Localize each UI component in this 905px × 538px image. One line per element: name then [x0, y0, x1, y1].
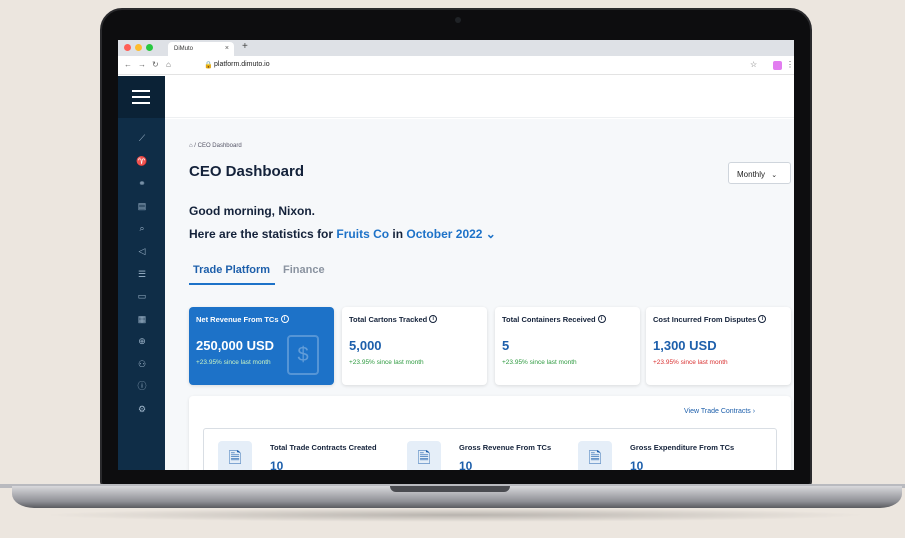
- trade-contracts-stats: 🗎 Total Trade Contracts Created 10 🗎 Gro…: [203, 428, 777, 470]
- kpi-label: Total Cartons Tracked i: [349, 315, 487, 324]
- period-dropdown[interactable]: Monthly ⌄: [728, 162, 791, 184]
- browser-menu-icon[interactable]: ⋮: [786, 60, 794, 69]
- laptop-lid: DiMuto × + ← → ↻ ⌂ 🔒 platform.dimuto.io …: [100, 8, 812, 486]
- new-tab-button[interactable]: +: [242, 41, 248, 52]
- statistics-prefix: Here are the statistics for: [189, 227, 337, 241]
- kpi-change: +23.95% since last month: [502, 359, 577, 366]
- tab-trade-platform[interactable]: Trade Platform: [193, 264, 270, 276]
- top-header-bar: [165, 76, 794, 118]
- chevron-down-icon[interactable]: ⌄: [482, 227, 496, 241]
- back-arrow-icon[interactable]: ←: [124, 60, 132, 69]
- maximize-window-dot[interactable]: [146, 44, 153, 51]
- contract-document-icon: 🗎: [407, 441, 441, 470]
- breadcrumb-current: / CEO Dashboard: [194, 143, 242, 149]
- sprout-icon[interactable]: ♈: [136, 155, 148, 167]
- kpi-card-net-revenue[interactable]: $ Net Revenue From TCs i 250,000 USD +23.…: [189, 307, 334, 385]
- stat-label: Total Trade Contracts Created: [270, 443, 377, 452]
- info-icon[interactable]: i: [597, 315, 606, 323]
- laptop-notch: [390, 486, 510, 492]
- breadcrumb: ⌂ / CEO Dashboard: [189, 143, 242, 149]
- document-icon[interactable]: ▤: [136, 200, 148, 212]
- stat-value: 10: [270, 459, 284, 470]
- contract-document-icon: 🗎: [578, 441, 612, 470]
- dollar-icon[interactable]: ⊕: [136, 335, 148, 347]
- megaphone-icon[interactable]: ◁: [136, 245, 148, 257]
- info-icon[interactable]: i: [429, 315, 438, 323]
- kpi-value: 1,300 USD: [653, 338, 717, 353]
- forward-arrow-icon[interactable]: →: [138, 60, 146, 69]
- url-text[interactable]: platform.dimuto.io: [214, 61, 270, 68]
- lock-icon: 🔒: [204, 62, 213, 69]
- dollar-document-icon: $: [287, 335, 319, 375]
- extension-icon[interactable]: [773, 61, 782, 70]
- kpi-value: 5,000: [349, 338, 382, 353]
- chart-icon[interactable]: ⟋: [136, 132, 148, 144]
- laptop-shadow: [40, 508, 870, 522]
- kpi-label: Net Revenue From TCs i: [196, 315, 334, 324]
- browser-tab[interactable]: DiMuto ×: [168, 42, 234, 56]
- kpi-card-disputes[interactable]: Cost Incurred From Disputes i 1,300 USD +…: [646, 307, 791, 385]
- browser-tab-bar: DiMuto × +: [118, 40, 794, 56]
- minimize-window-dot[interactable]: [135, 44, 142, 51]
- info-icon[interactable]: ⓘ: [136, 380, 148, 392]
- statistics-line: Here are the statistics for Fruits Co in…: [189, 227, 496, 241]
- hamburger-menu-icon[interactable]: [118, 76, 165, 118]
- kpi-card-cartons[interactable]: Total Cartons Tracked i 5,000 +23.95% sin…: [342, 307, 487, 385]
- tab-finance[interactable]: Finance: [283, 264, 325, 276]
- users-icon[interactable]: ⚇: [136, 358, 148, 370]
- kpi-change: +23.95% since last month: [349, 359, 424, 366]
- chevron-right-icon: ›: [752, 408, 756, 415]
- stat-label: Gross Revenue From TCs: [459, 443, 552, 452]
- period-dropdown-value: Monthly: [737, 170, 766, 179]
- trade-contracts-panel: View Trade Contracts › 🗎 Total Trade Con…: [189, 396, 791, 470]
- active-tab-underline: [189, 283, 275, 285]
- company-selector[interactable]: Fruits Co: [336, 227, 389, 241]
- database-icon[interactable]: ☰: [136, 268, 148, 280]
- settings-icon[interactable]: ⚙: [136, 403, 148, 415]
- browser-toolbar: ← → ↻ ⌂ 🔒 platform.dimuto.io ☆ ⋮: [118, 56, 794, 75]
- home-icon[interactable]: ⌂: [166, 60, 171, 69]
- reload-icon[interactable]: ↻: [152, 60, 159, 69]
- statistics-mid: in: [389, 227, 407, 241]
- page-title: CEO Dashboard: [189, 163, 305, 180]
- bookmark-star-icon[interactable]: ☆: [750, 60, 757, 69]
- webcam: [455, 17, 461, 23]
- stat-value: 10: [630, 459, 644, 470]
- kpi-label: Total Containers Received i: [502, 315, 640, 324]
- chevron-down-icon: ⌄: [771, 172, 778, 179]
- month-selector[interactable]: October 2022: [406, 227, 482, 241]
- main-content: ⌂ / CEO Dashboard CEO Dashboard Monthly …: [165, 119, 794, 470]
- search-icon[interactable]: ⌕: [136, 222, 148, 234]
- view-trade-contracts-link[interactable]: View Trade Contracts ›: [684, 408, 755, 415]
- address-bar[interactable]: [194, 59, 754, 72]
- stat-value: 10: [459, 459, 473, 470]
- laptop-screen: DiMuto × + ← → ↻ ⌂ 🔒 platform.dimuto.io …: [118, 40, 794, 470]
- sidebar: ⟋ ♈ ⚭ ▤ ⌕ ◁ ☰ ▭ ▦ ⊕ ⚇ ⓘ ⚙: [118, 76, 165, 470]
- contract-document-icon: 🗎: [218, 441, 252, 470]
- kpi-change: +23.95% since last month: [653, 359, 728, 366]
- greeting-line: Good morning, Nixon.: [189, 204, 315, 218]
- close-window-dot[interactable]: [124, 44, 131, 51]
- browser-tab-title: DiMuto: [174, 46, 194, 52]
- handshake-icon[interactable]: ⚭: [136, 177, 148, 189]
- info-icon[interactable]: i: [758, 315, 767, 323]
- info-icon[interactable]: i: [280, 315, 289, 323]
- invoice-icon[interactable]: ▦: [136, 313, 148, 325]
- kpi-card-containers[interactable]: Total Containers Received i 5 +23.95% sin…: [495, 307, 640, 385]
- stat-label: Gross Expenditure From TCs: [630, 443, 735, 452]
- tab-close-icon[interactable]: ×: [225, 45, 229, 52]
- wallet-icon[interactable]: ▭: [136, 290, 148, 302]
- kpi-label: Cost Incurred From Disputes i: [653, 315, 791, 324]
- kpi-value: 5: [502, 338, 510, 353]
